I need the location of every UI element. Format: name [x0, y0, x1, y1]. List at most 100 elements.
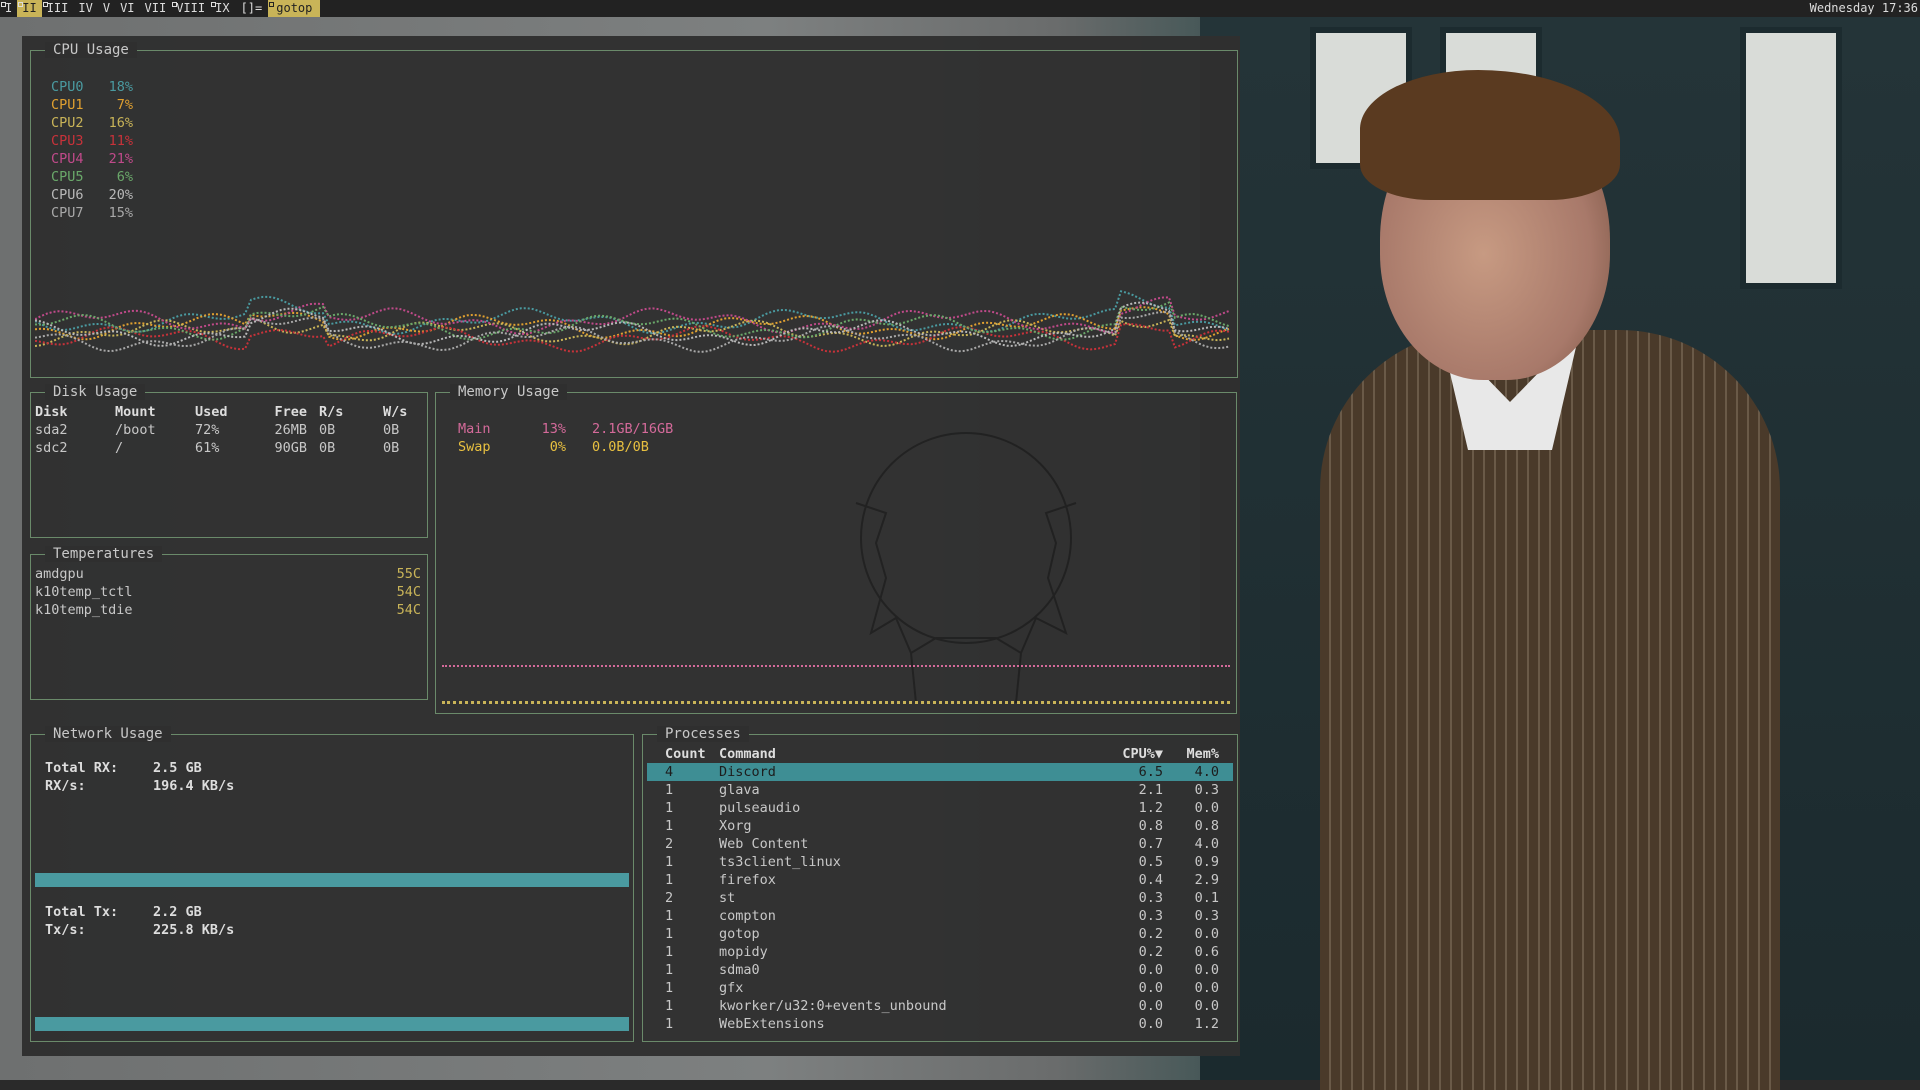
process-count: 1 [665, 872, 674, 888]
table-row[interactable]: 1 glava 2.1 0.3 [647, 781, 1233, 799]
tag-2[interactable]: II [17, 0, 42, 17]
network-tx-stats: Total Tx: 2.2 GB Tx/s: 225.8 KB/s [45, 903, 234, 939]
table-cell: sda2 [35, 422, 68, 438]
memory-name: Swap [458, 439, 491, 455]
disk-table: Disk Mount Used Free R/s W/s sda2 /boot … [35, 403, 423, 457]
tag-4[interactable]: IV [73, 0, 97, 17]
table-row: sdc2 / 61% 90GB 0B 0B [35, 439, 423, 457]
layout-indicator[interactable]: []= [235, 0, 269, 17]
table-cell: / [115, 440, 124, 456]
table-row[interactable]: 1 sdma0 0.0 0.0 [647, 961, 1233, 979]
tag-1[interactable]: I [0, 0, 17, 17]
panel-title: Processes [657, 726, 749, 742]
process-count: 1 [665, 908, 674, 924]
column-header: R/s [319, 404, 344, 420]
cpu-legend-row: CPU4 21% [51, 150, 133, 168]
process-mem: 0.0 [1194, 980, 1219, 996]
tag-6[interactable]: VI [115, 0, 139, 17]
cpu-name: CPU0 [51, 79, 84, 95]
column-header-mem[interactable]: Mem% [1163, 745, 1219, 763]
table-row[interactable]: 1 mopidy 0.2 0.6 [647, 943, 1233, 961]
process-command: WebExtensions [719, 1016, 825, 1032]
tag-5[interactable]: V [98, 0, 115, 17]
memory-row-swap: Swap 0% 0.0B/0B [458, 438, 673, 456]
panel-title: CPU Usage [45, 42, 137, 58]
cpu-legend-row: CPU6 20% [51, 186, 133, 204]
process-count: 4 [665, 764, 674, 780]
tag-8[interactable]: VIII [171, 0, 210, 17]
column-header-cpu[interactable]: CPU%▼ [1105, 745, 1163, 763]
process-mem: 0.0 [1194, 800, 1219, 816]
column-header-command[interactable]: Command [719, 745, 1105, 763]
cpu-legend-row: CPU3 11% [51, 132, 133, 150]
process-command: Web Content [719, 836, 809, 852]
process-mem: 0.0 [1194, 926, 1219, 942]
table-row[interactable]: 2 st 0.3 0.1 [647, 889, 1233, 907]
process-cpu: 0.4 [1138, 872, 1163, 888]
table-row[interactable]: 1 gfx 0.0 0.0 [647, 979, 1233, 997]
process-mem: 2.9 [1194, 872, 1219, 888]
cpu-legend-row: CPU7 15% [51, 204, 133, 222]
table-row[interactable]: 2 Web Content 0.7 4.0 [647, 835, 1233, 853]
cpu-name: CPU6 [51, 187, 84, 203]
list-item: k10temp_tctl 54C [35, 583, 421, 601]
table-row[interactable]: 1 compton 0.3 0.3 [647, 907, 1233, 925]
gotop-terminal-window[interactable]: CPU Usage CPU0 18% CPU1 7% CPU2 16% CPU3 11% CPU… [22, 36, 1240, 1056]
table-cell: 72% [195, 422, 220, 438]
tx-total-label: Total Tx: [45, 904, 119, 920]
process-count: 1 [665, 800, 674, 816]
list-item: k10temp_tdie 54C [35, 601, 421, 619]
sensor-value: 54C [396, 584, 421, 600]
column-header-count[interactable]: Count [665, 745, 719, 763]
cpu-value: 15% [108, 205, 133, 221]
process-mem: 4.0 [1194, 764, 1219, 780]
table-row[interactable]: 1 ts3client_linux 0.5 0.9 [647, 853, 1233, 871]
process-cpu: 1.2 [1138, 800, 1163, 816]
process-cpu: 0.0 [1138, 1016, 1163, 1032]
memory-main-graph [442, 665, 1230, 667]
processes-panel: Processes Count Command CPU%▼ Mem% 4 Disc… [642, 726, 1238, 1042]
memory-swap-graph [442, 701, 1230, 704]
table-row[interactable]: 4 Discord 6.5 4.0 [647, 763, 1233, 781]
tag-3[interactable]: III [42, 0, 74, 17]
table-row[interactable]: 1 Xorg 0.8 0.8 [647, 817, 1233, 835]
network-usage-panel: Network Usage Total RX: 2.5 GB RX/s: 196… [30, 726, 634, 1042]
tag-7[interactable]: VII [140, 0, 172, 17]
tx-total-row: Total Tx: 2.2 GB [45, 903, 234, 921]
process-mem: 1.2 [1194, 1016, 1219, 1032]
table-row[interactable]: 1 firefox 0.4 2.9 [647, 871, 1233, 889]
table-row[interactable]: 1 pulseaudio 1.2 0.0 [647, 799, 1233, 817]
process-cpu: 0.0 [1138, 962, 1163, 978]
process-count: 1 [665, 854, 674, 870]
tx-rate-label: Tx/s: [45, 922, 86, 938]
column-header: Used [195, 404, 228, 420]
cpu-legend-row: CPU0 18% [51, 78, 133, 96]
table-header: Disk Mount Used Free R/s W/s [35, 403, 423, 421]
table-row[interactable]: 1 WebExtensions 0.0 1.2 [647, 1015, 1233, 1033]
wallpaper-window-pane [1740, 27, 1842, 289]
cpu-name: CPU3 [51, 133, 84, 149]
process-command: gotop [719, 926, 760, 942]
process-count: 2 [665, 890, 674, 906]
table-row[interactable]: 1 kworker/u32:0+events_unbound 0.0 0.0 [647, 997, 1233, 1015]
process-mem: 0.6 [1194, 944, 1219, 960]
process-command: Discord [719, 764, 776, 780]
table-cell: 0B [383, 422, 400, 438]
process-command: ts3client_linux [719, 854, 841, 870]
tag-9[interactable]: IX [210, 0, 234, 17]
process-cpu: 0.0 [1138, 998, 1163, 1014]
panel-title: Memory Usage [450, 384, 568, 400]
process-cpu: 0.0 [1138, 980, 1163, 996]
process-table[interactable]: Count Command CPU%▼ Mem% 4 Discord 6.5 4.0 1… [647, 745, 1233, 1033]
cpu-name: CPU4 [51, 151, 84, 167]
process-command: pulseaudio [719, 800, 801, 816]
process-cpu: 0.2 [1138, 926, 1163, 942]
process-count: 1 [665, 1016, 674, 1032]
process-command: kworker/u32:0+events_unbound [719, 998, 947, 1014]
rx-rate-value: 196.4 KB/s [153, 778, 235, 794]
table-row[interactable]: 1 gotop 0.2 0.0 [647, 925, 1233, 943]
